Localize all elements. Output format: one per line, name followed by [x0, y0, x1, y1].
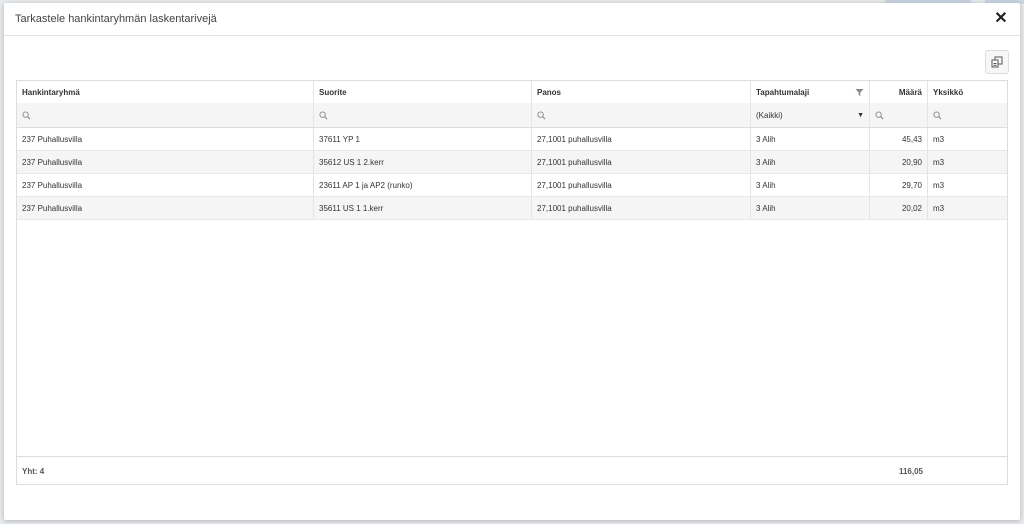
filter-select-value: (Kaikki) [756, 110, 783, 120]
filter-input-panos[interactable] [532, 103, 751, 127]
filter-input-yksikko[interactable] [928, 103, 1007, 127]
cell-suorite: 23611 AP 1 ja AP2 (runko) [314, 174, 532, 196]
footer-sum: 116,05 [898, 467, 923, 476]
filter-input-maara[interactable] [870, 103, 928, 127]
cell-yksikko: m3 [933, 157, 945, 167]
footer-spacer [751, 457, 870, 486]
filter-input-suorite[interactable] [314, 103, 532, 127]
export-icon [991, 56, 1003, 68]
caret-down-icon: ▼ [857, 111, 864, 119]
data-grid: Hankintaryhmä Suorite Panos Tapahtumalaj… [16, 80, 1008, 485]
column-header-label: Yksikkö [933, 87, 964, 97]
cell-panos: 27,1001 puhallusvilla [532, 151, 751, 173]
cell-suorite: 35611 US 1 1.kerr [314, 197, 532, 219]
column-header-label: Suorite [319, 87, 347, 97]
column-header-yksikko[interactable]: Yksikkö [928, 81, 1007, 103]
filter-icon[interactable] [855, 88, 864, 97]
search-icon [875, 110, 884, 119]
column-header-hankintaryhma[interactable]: Hankintaryhmä [17, 81, 314, 103]
column-header-label: Panos [537, 87, 562, 97]
cell-hankintaryhma: 237 Puhallusvilla [17, 174, 314, 196]
grid-header-row: Hankintaryhmä Suorite Panos Tapahtumalaj… [17, 81, 1007, 104]
cell-hankintaryhma: 237 Puhallusvilla [17, 151, 314, 173]
cell-suorite: 37611 YP 1 [314, 128, 532, 150]
cell-maara: 45,43 [870, 128, 928, 150]
dialog: Tarkastele hankintaryhmän laskentarivejä… [4, 3, 1020, 520]
cell-panos: 27,1001 puhallusvilla [532, 197, 751, 219]
footer-spacer [532, 457, 751, 486]
cell-hankintaryhma: 237 Puhallusvilla [17, 128, 314, 150]
search-icon [22, 110, 31, 119]
column-header-maara[interactable]: Määrä [870, 81, 928, 103]
cell-tapahtumalaji: 3 Alih [751, 151, 870, 173]
cell-yksikko: m3 [933, 203, 945, 213]
cell-maara: 29,70 [870, 174, 928, 196]
search-icon [319, 110, 328, 119]
column-header-tapahtumalaji[interactable]: Tapahtumalaji [751, 81, 870, 103]
filter-select-tapahtumalaji[interactable]: (Kaikki) ▼ [751, 103, 870, 127]
column-header-suorite[interactable]: Suorite [314, 81, 532, 103]
footer-count: Yht: 4 [22, 467, 45, 476]
export-button[interactable] [985, 50, 1009, 74]
cell-maara: 20,90 [870, 151, 928, 173]
footer-spacer [928, 457, 1007, 486]
cell-suorite: 35612 US 1 2.kerr [314, 151, 532, 173]
table-row[interactable]: 237 Puhallusvilla 35612 US 1 2.kerr 27,1… [17, 151, 1007, 174]
dialog-header: Tarkastele hankintaryhmän laskentarivejä… [4, 3, 1020, 36]
cell-panos: 27,1001 puhallusvilla [532, 174, 751, 196]
footer-spacer [314, 457, 532, 486]
cell-panos: 27,1001 puhallusvilla [532, 128, 751, 150]
search-icon [933, 110, 942, 119]
search-icon [537, 110, 546, 119]
table-row[interactable]: 237 Puhallusvilla 35611 US 1 1.kerr 27,1… [17, 197, 1007, 220]
grid-filter-row: (Kaikki) ▼ [17, 103, 1007, 128]
cell-maara: 20,02 [870, 197, 928, 219]
cell-yksikko: m3 [933, 134, 945, 144]
close-button[interactable]: ✕ [992, 10, 1010, 28]
table-row[interactable]: 237 Puhallusvilla 37611 YP 1 27,1001 puh… [17, 128, 1007, 151]
grid-footer-row: Yht: 4 116,05 [17, 456, 1007, 486]
cell-tapahtumalaji: 3 Alih [751, 174, 870, 196]
column-header-label: Määrä [898, 87, 922, 97]
close-icon: ✕ [994, 10, 1008, 27]
filter-input-hankintaryhma[interactable] [17, 103, 314, 127]
table-row[interactable]: 237 Puhallusvilla 23611 AP 1 ja AP2 (run… [17, 174, 1007, 197]
cell-tapahtumalaji: 3 Alih [751, 197, 870, 219]
cell-yksikko: m3 [933, 180, 945, 190]
cell-hankintaryhma: 237 Puhallusvilla [17, 197, 314, 219]
column-header-label: Hankintaryhmä [22, 87, 80, 97]
dialog-title: Tarkastele hankintaryhmän laskentarivejä [15, 13, 217, 25]
column-header-panos[interactable]: Panos [532, 81, 751, 103]
cell-tapahtumalaji: 3 Alih [751, 128, 870, 150]
column-header-label: Tapahtumalaji [756, 87, 810, 97]
